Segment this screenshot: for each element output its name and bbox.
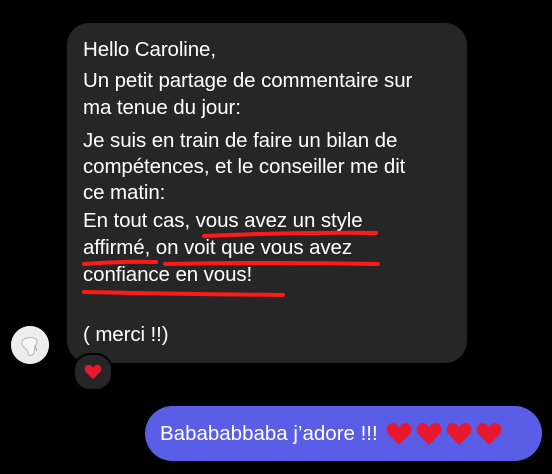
message-line: Hello Caroline,	[83, 38, 216, 61]
message-line: ( merci !!)	[83, 323, 169, 346]
message-line: Un petit partage de commentaire sur	[83, 69, 413, 92]
heart-emoji-group	[386, 422, 502, 446]
heart-reaction[interactable]	[73, 353, 113, 391]
outgoing-message-text: Babababbaba j’adore !!!	[160, 421, 378, 445]
heart-icon	[476, 422, 502, 445]
chat-screen: Hello Caroline, Un petit partage de comm…	[0, 0, 552, 474]
message-line: compétences, et le conseiller me dit	[83, 155, 406, 178]
heart-icon	[416, 422, 442, 445]
message-line: affirmé, on voit que vous avez	[83, 236, 352, 259]
contact-avatar[interactable]	[11, 326, 49, 364]
heart-icon	[386, 422, 412, 445]
heart-icon	[446, 422, 472, 445]
message-line: Je suis en train de faire un bilan de	[83, 129, 398, 152]
message-line: En tout cas, vous avez un style	[83, 209, 363, 232]
outgoing-message-bubble[interactable]: Babababbaba j’adore !!!	[145, 406, 542, 461]
message-line: confiance en vous!	[83, 263, 253, 286]
heart-icon	[84, 364, 102, 380]
message-line: ce matin:	[83, 181, 166, 204]
message-line: ma tenue du jour:	[83, 96, 241, 119]
